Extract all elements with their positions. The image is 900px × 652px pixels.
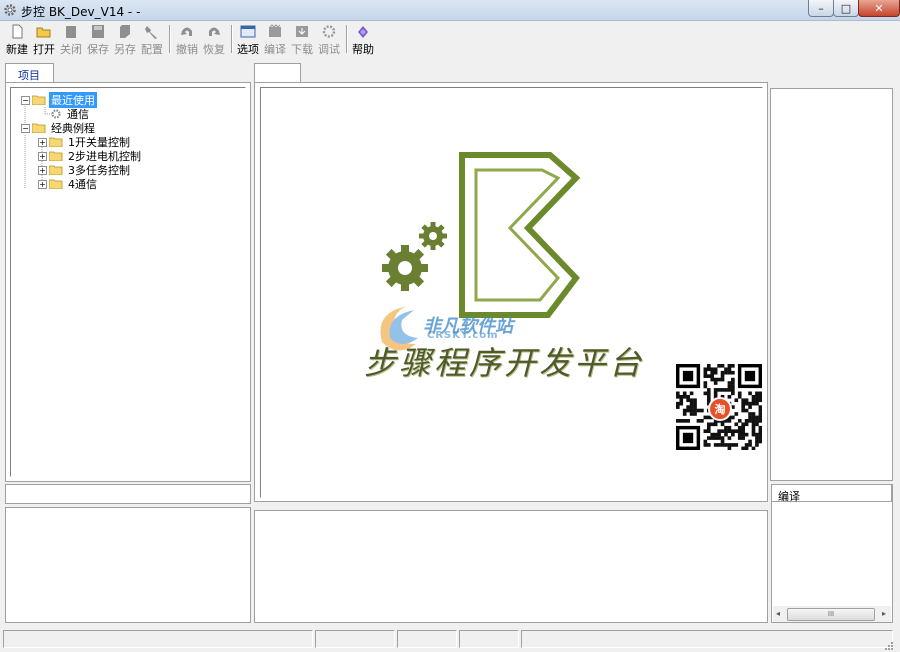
tab-project[interactable]: 项目 [5, 63, 54, 83]
status-cell [397, 630, 457, 648]
tree-node-example-1[interactable]: + 1开关量控制 [38, 135, 132, 149]
close-label: 关闭 [60, 43, 82, 56]
toolbar-separator [231, 25, 233, 53]
expand-icon[interactable]: + [38, 165, 47, 175]
resize-grip-icon[interactable] [884, 641, 894, 651]
folder-open-icon [32, 123, 46, 133]
toolbar-separator [346, 25, 348, 53]
new-label: 新建 [6, 43, 28, 56]
open-label: 打开 [33, 43, 55, 56]
collapse-icon[interactable]: − [21, 95, 30, 105]
expand-icon[interactable]: + [38, 179, 47, 189]
tree-node-example-4[interactable]: + 4通信 [38, 177, 99, 191]
config-button[interactable]: 配置 [140, 23, 164, 57]
minimize-button[interactable]: – [808, 0, 834, 17]
status-cell [3, 630, 313, 648]
folder-icon [49, 179, 63, 189]
save-as-icon [120, 25, 130, 38]
folder-icon [49, 165, 63, 175]
toolbar-separator [169, 25, 171, 53]
status-bar [0, 627, 900, 652]
collapse-icon[interactable]: − [21, 123, 30, 133]
bk-logo-icon [382, 152, 580, 318]
splash-title: 步骤程序开发平台 [364, 344, 645, 382]
tree-node-recent[interactable]: − 最近使用 [21, 92, 97, 108]
scroll-thumb[interactable]: III [787, 608, 875, 621]
help-button[interactable]: 帮助 [351, 23, 375, 57]
new-file-icon [12, 24, 23, 39]
redo-icon [209, 27, 220, 36]
compile-header: 编译 [771, 484, 892, 503]
save-icon [92, 25, 104, 38]
compile-header-label: 编译 [778, 490, 800, 503]
undo-icon [181, 27, 192, 36]
options-label: 选项 [237, 43, 259, 56]
help-label: 帮助 [352, 43, 374, 56]
tree-node-comm[interactable]: 通信 [50, 107, 91, 121]
tree-node-example-3[interactable]: + 3多任务控制 [38, 163, 132, 177]
help-icon [358, 26, 368, 38]
scroll-left-icon[interactable]: ◂ [773, 609, 783, 619]
undo-label: 撤销 [176, 43, 198, 56]
folder-icon [49, 137, 63, 147]
compile-button[interactable]: 编译 [263, 23, 287, 57]
wrench-icon [145, 26, 157, 39]
redo-button[interactable]: 恢复 [202, 23, 226, 57]
compile-icon [269, 24, 281, 37]
project-tree: − 最近使用 通信 − 经典例程 + 1开关量控制 + 2步进电机控制 + 3多… [10, 87, 246, 477]
open-folder-icon [36, 27, 51, 38]
undo-button[interactable]: 撤销 [175, 23, 199, 57]
config-label: 配置 [141, 43, 163, 56]
app-gear-icon [4, 4, 16, 16]
save-as-button[interactable]: 另存 [113, 23, 137, 57]
save-label: 保存 [87, 43, 109, 56]
download-icon [296, 26, 308, 37]
tab-editor[interactable] [254, 63, 301, 83]
properties-panel [770, 88, 893, 481]
tree-node-example-2[interactable]: + 2步进电机控制 [38, 149, 143, 163]
expand-icon[interactable]: + [38, 137, 47, 147]
window-title: 步控 BK_Dev_V14 - - [21, 5, 141, 19]
debug-label: 调试 [318, 43, 340, 56]
horizontal-scrollbar[interactable]: ◂ III ▸ [773, 606, 891, 622]
open-button[interactable]: 打开 [32, 23, 56, 57]
new-button[interactable]: 新建 [5, 23, 29, 57]
expand-icon[interactable]: + [38, 151, 47, 161]
project-footer-bar [5, 484, 251, 504]
taobao-badge: 淘 [708, 397, 732, 421]
gear-icon [51, 109, 61, 119]
tree-node-examples[interactable]: − 经典例程 [21, 121, 97, 135]
options-button[interactable]: 选项 [236, 23, 260, 57]
redo-label: 恢复 [203, 43, 225, 56]
bottom-center-panel [254, 510, 768, 623]
tab-project-label: 项目 [18, 69, 40, 82]
project-panel: − 最近使用 通信 − 经典例程 + 1开关量控制 + 2步进电机控制 + 3多… [5, 82, 251, 482]
maximize-button[interactable]: □ [833, 0, 859, 17]
close-window-button[interactable]: ✕ [858, 0, 900, 17]
options-window-icon [240, 25, 256, 38]
tree-label: 4通信 [68, 178, 97, 191]
status-cell [459, 630, 519, 648]
scroll-right-icon[interactable]: ▸ [879, 609, 889, 619]
qr-code: 淘 [676, 364, 763, 451]
save-button[interactable]: 保存 [86, 23, 110, 57]
save-as-label: 另存 [114, 43, 136, 56]
folder-open-icon [32, 95, 46, 105]
debug-button[interactable]: 调试 [317, 23, 341, 57]
download-label: 下载 [291, 43, 313, 56]
bottom-left-panel [5, 507, 251, 623]
toolbar: 新建 打开 关闭 保存 另存 配置 撤销 恢复 选项 编译 下载 调试 帮助 [0, 21, 900, 58]
folder-icon [49, 151, 63, 161]
compile-output-panel [771, 484, 893, 623]
debug-gear-icon [322, 25, 336, 38]
status-cell [521, 630, 893, 648]
close-file-icon [66, 26, 76, 38]
compile-label: 编译 [264, 43, 286, 56]
status-cell [315, 630, 395, 648]
download-button[interactable]: 下载 [290, 23, 314, 57]
close-file-button[interactable]: 关闭 [59, 23, 83, 57]
